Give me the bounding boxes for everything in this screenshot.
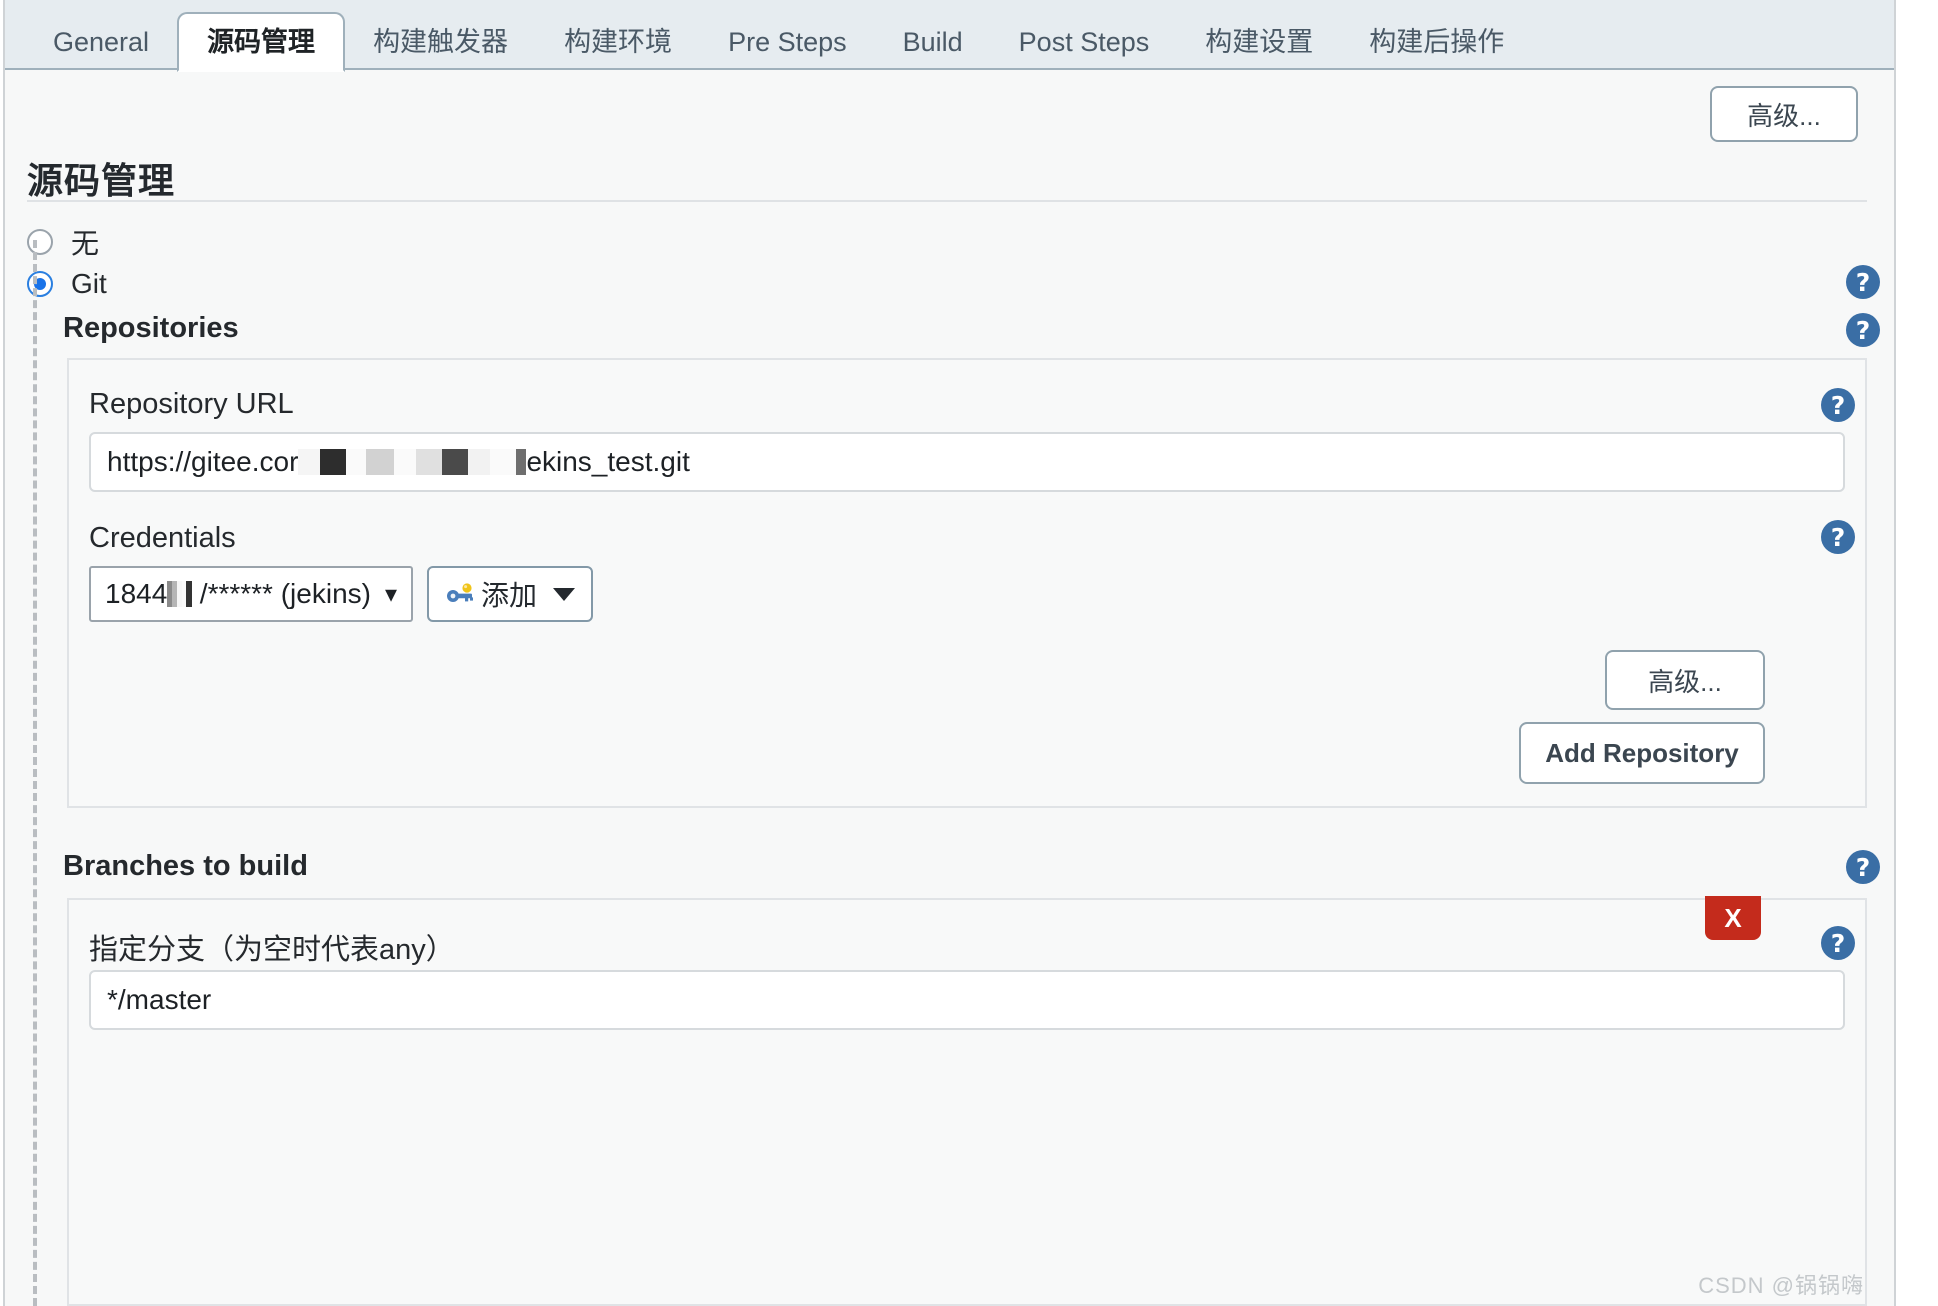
add-credentials-button[interactable]: 添加 [427, 566, 594, 622]
redaction-block [185, 581, 192, 607]
credentials-selected-tail: /****** (jekins) [199, 578, 371, 609]
tab-label: 构建后操作 [1369, 27, 1505, 57]
tab-general[interactable]: General [25, 14, 177, 70]
tab-build-triggers[interactable]: 构建触发器 [345, 14, 536, 70]
branches-to-build-label: Branches to build [63, 850, 308, 882]
repository-url-label: Repository URL [89, 388, 294, 420]
repository-advanced-label: 高级... [1648, 666, 1722, 697]
watermark: CSDN @锅锅嗨 [1698, 1273, 1864, 1298]
scm-option-git-label: Git [71, 268, 107, 299]
tab-post-build-actions[interactable]: 构建后操作 [1341, 14, 1532, 70]
help-glyph: ? [1830, 928, 1846, 958]
redaction-block [442, 449, 469, 475]
repository-url-input[interactable]: https://gitee.cor ekins_test.git [89, 432, 1845, 492]
credentials-label: Credentials [89, 522, 236, 554]
tab-label: Pre Steps [728, 27, 847, 57]
redaction-block [516, 449, 527, 475]
help-icon-branch-specifier[interactable]: ? [1821, 926, 1855, 960]
tab-list: General 源码管理 构建触发器 构建环境 Pre Steps Build … [5, 0, 1532, 72]
tab-pre-steps[interactable]: Pre Steps [700, 14, 875, 70]
page-title: 源码管理 [27, 160, 176, 201]
tab-label: 构建环境 [564, 27, 673, 57]
redaction-block [394, 449, 417, 475]
tab-label: 构建触发器 [373, 27, 509, 57]
credentials-select[interactable]: 1844 /****** (jekins) ▾ [89, 566, 413, 622]
tab-build-environment[interactable]: 构建环境 [536, 14, 700, 70]
credentials-selected-head: 1844 [105, 578, 168, 609]
branch-specifier-input[interactable]: */master [89, 970, 1845, 1030]
redaction-block [298, 449, 321, 475]
help-glyph: ? [1830, 390, 1846, 420]
help-icon-repositories[interactable]: ? [1846, 313, 1880, 347]
repository-url-value-prefix: https://gitee.cor [107, 446, 299, 477]
add-credentials-label: 添加 [481, 580, 538, 611]
caret-down-icon [553, 587, 576, 601]
advanced-top-label: 高级... [1747, 100, 1821, 131]
help-icon-git[interactable]: ? [1846, 265, 1880, 299]
scm-option-none[interactable]: 无 [27, 222, 99, 262]
delete-branch-button[interactable]: X [1705, 896, 1761, 940]
tab-label: Post Steps [1018, 27, 1150, 57]
help-glyph: ? [1855, 267, 1871, 297]
config-tab-bar: General 源码管理 构建触发器 构建环境 Pre Steps Build … [5, 0, 1894, 72]
branch-specifier-label: 指定分支（为空时代表any） [89, 934, 455, 966]
help-glyph: ? [1830, 522, 1846, 552]
jenkins-job-config-page: General 源码管理 构建触发器 构建环境 Pre Steps Build … [0, 0, 1938, 1306]
redaction-block [490, 449, 517, 475]
radio-none[interactable] [27, 229, 53, 255]
repository-url-value-suffix: ekins_test.git [526, 446, 690, 477]
tab-label: Build [902, 27, 963, 57]
add-repository-button[interactable]: Add Repository [1519, 722, 1765, 784]
tab-post-steps[interactable]: Post Steps [991, 14, 1178, 70]
redaction-block [346, 449, 367, 475]
scm-option-none-label: 无 [71, 228, 100, 259]
redaction-block [366, 449, 395, 475]
radio-git[interactable] [27, 271, 53, 297]
tab-label: 源码管理 [207, 27, 316, 57]
delete-branch-label: X [1724, 902, 1742, 933]
config-content: 高级... 源码管理 无 Git ? Repositories ? Reposi… [5, 70, 1894, 1306]
help-icon-branches[interactable]: ? [1846, 850, 1880, 884]
chevron-down-icon: ▾ [384, 580, 398, 608]
repository-advanced-button[interactable]: 高级... [1605, 650, 1765, 710]
tab-label: General [53, 27, 150, 57]
tab-build-settings[interactable]: 构建设置 [1177, 14, 1341, 70]
git-section-guide [33, 240, 37, 1306]
add-repository-label: Add Repository [1545, 737, 1739, 768]
tab-label: 构建设置 [1205, 27, 1314, 57]
repositories-label: Repositories [63, 312, 239, 344]
tab-build[interactable]: Build [875, 14, 991, 70]
redaction-block [320, 449, 347, 475]
help-glyph: ? [1855, 315, 1871, 345]
advanced-top-button[interactable]: 高级... [1710, 86, 1858, 142]
branch-specifier-value: */master [107, 984, 212, 1015]
help-icon-credentials[interactable]: ? [1821, 520, 1855, 554]
help-glyph: ? [1855, 852, 1871, 882]
redaction-block [468, 449, 491, 475]
tab-scm[interactable]: 源码管理 [177, 12, 346, 72]
key-icon [447, 583, 473, 602]
scm-option-git[interactable]: Git [27, 268, 107, 300]
redaction-block [416, 449, 443, 475]
help-icon-repository-url[interactable]: ? [1821, 388, 1855, 422]
section-divider [27, 200, 1867, 202]
